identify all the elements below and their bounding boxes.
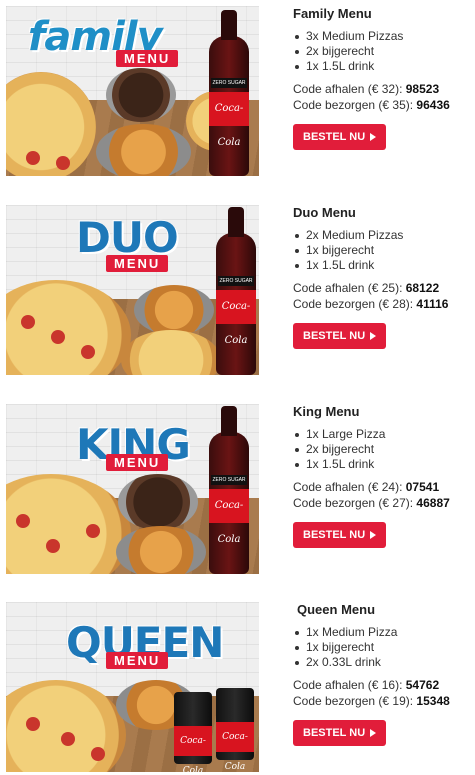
- delivery-code: 41116: [416, 297, 449, 311]
- side-dish-image: [134, 285, 214, 335]
- list-item: 1x Medium Pizza: [293, 625, 475, 640]
- menu-tag: MENU: [106, 255, 169, 272]
- list-item: 2x Medium Pizzas: [293, 228, 475, 243]
- arrow-right-icon: [370, 729, 376, 737]
- menu-title: Queen Menu: [297, 602, 376, 617]
- brownies-image: [118, 474, 198, 530]
- list-item: 2x 0.33L drink: [293, 655, 475, 670]
- list-item: 2x bijgerecht: [293, 44, 475, 59]
- list-item: 1x Large Pizza: [293, 427, 475, 442]
- list-item: 1x 1.5L drink: [293, 258, 475, 273]
- menu-items-list: 2x Medium Pizzas 1x bijgerecht 1x 1.5L d…: [293, 228, 475, 273]
- menu-info: Family Menu 3x Medium Pizzas 2x bijgerec…: [293, 6, 475, 150]
- menu-tag: MENU: [116, 50, 179, 67]
- brownies-image: [106, 68, 176, 122]
- bottle-image: ZERO SUGAR Coca-Cola: [209, 406, 249, 574]
- delivery-code-line: Code bezorgen (€ 35): 96436: [293, 98, 450, 112]
- queen-menu-image[interactable]: QUEEN MENU Coca-Cola Coca-Cola: [6, 602, 259, 772]
- list-item: 1x 1.5L drink: [293, 59, 475, 74]
- menu-items-list: 1x Large Pizza 2x bijgerecht 1x 1.5L dri…: [293, 427, 475, 472]
- list-item: 3x Medium Pizzas: [293, 29, 475, 44]
- pickup-code: 98523: [405, 82, 440, 96]
- delivery-code: 15348: [416, 694, 450, 708]
- pickup-code: 68122: [405, 281, 440, 295]
- menu-info: King Menu 1x Large Pizza 2x bijgerecht 1…: [293, 404, 475, 548]
- arrow-right-icon: [370, 332, 376, 340]
- arrow-right-icon: [370, 531, 376, 539]
- arrow-right-icon: [370, 133, 376, 141]
- menu-title: Duo Menu: [293, 205, 356, 220]
- order-now-button[interactable]: BESTEL NU: [293, 720, 386, 746]
- duo-menu-image[interactable]: DUO MENU ZERO SUGAR Coca-Cola: [6, 205, 259, 375]
- can-image: Coca-Cola: [216, 688, 254, 772]
- pickup-code: 07541: [405, 480, 440, 494]
- bottle-image: ZERO SUGAR Coca-Cola: [209, 10, 249, 176]
- pickup-code-line: Code afhalen (€ 16): 54762: [293, 678, 440, 692]
- menu-info: Queen Menu 1x Medium Pizza 1x bijgerecht…: [293, 602, 475, 746]
- side-dish-image: [96, 124, 191, 176]
- pickup-code: 54762: [405, 678, 440, 692]
- menu-tag: MENU: [106, 454, 169, 471]
- menu-title: King Menu: [293, 404, 360, 419]
- list-item: 1x bijgerecht: [293, 640, 475, 655]
- order-now-button[interactable]: BESTEL NU: [293, 323, 386, 349]
- delivery-code: 96436: [416, 98, 450, 112]
- order-now-button[interactable]: BESTEL NU: [293, 124, 386, 150]
- menu-info: Duo Menu 2x Medium Pizzas 1x bijgerecht …: [293, 205, 475, 349]
- list-item: 2x bijgerecht: [293, 442, 475, 457]
- pickup-code-line: Code afhalen (€ 32): 98523: [293, 82, 440, 96]
- pickup-code-line: Code afhalen (€ 24): 07541: [293, 480, 440, 494]
- order-now-button[interactable]: BESTEL NU: [293, 522, 386, 548]
- menu-tag: MENU: [106, 652, 169, 669]
- can-image: Coca-Cola: [174, 692, 212, 772]
- list-item: 1x bijgerecht: [293, 243, 475, 258]
- bottle-image: ZERO SUGAR Coca-Cola: [216, 207, 256, 375]
- delivery-code: 46887: [416, 496, 450, 510]
- list-item: 1x 1.5L drink: [293, 457, 475, 472]
- delivery-code-line: Code bezorgen (€ 28): 41116: [293, 297, 449, 311]
- menu-items-list: 1x Medium Pizza 1x bijgerecht 2x 0.33L d…: [293, 625, 475, 670]
- delivery-code-line: Code bezorgen (€ 19): 15348: [293, 694, 450, 708]
- pickup-code-line: Code afhalen (€ 25): 68122: [293, 281, 440, 295]
- side-dish-image: [116, 526, 206, 574]
- king-menu-image[interactable]: KING MENU ZERO SUGAR Coca-Cola: [6, 404, 259, 574]
- delivery-code-line: Code bezorgen (€ 27): 46887: [293, 496, 450, 510]
- family-menu-image[interactable]: family MENU ZERO SUGAR Coca-Cola: [6, 6, 259, 176]
- menu-items-list: 3x Medium Pizzas 2x bijgerecht 1x 1.5L d…: [293, 29, 475, 74]
- menu-title: Family Menu: [293, 6, 372, 21]
